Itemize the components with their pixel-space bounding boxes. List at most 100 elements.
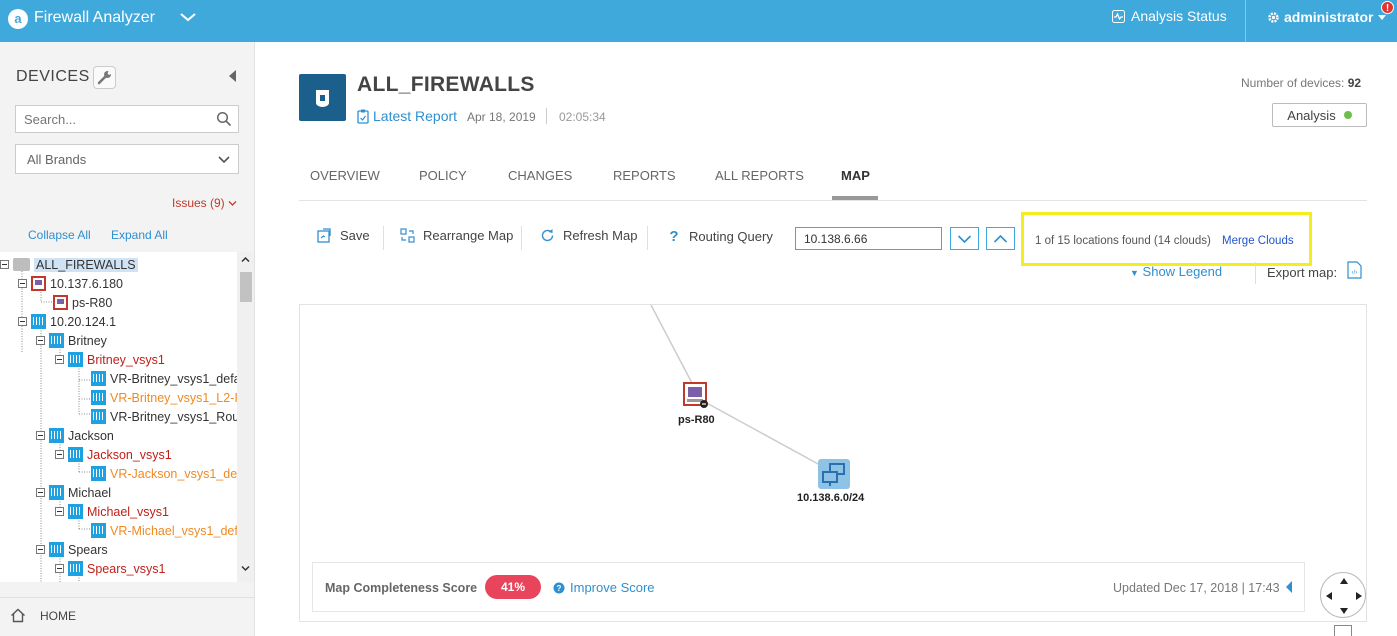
tree-node-label: VR-Britney_vsys1_defa	[110, 371, 237, 386]
search-input[interactable]	[16, 106, 206, 132]
collapse-node-icon[interactable]	[18, 317, 27, 326]
tree-node-label: Michael_vsys1	[87, 504, 169, 519]
tree-node-label: 10.137.6.180	[50, 276, 123, 291]
search-box	[15, 105, 239, 133]
topbar-divider	[1245, 0, 1246, 42]
collapse-node-icon[interactable]	[36, 336, 45, 345]
user-menu[interactable]: administrator	[1267, 9, 1387, 25]
collapse-node-icon[interactable]	[55, 450, 64, 459]
refresh-map-button[interactable]: Refresh Map	[540, 228, 637, 243]
tree-node-vr-jackson-default[interactable]: VR-Jackson_vsys1_de	[91, 464, 237, 483]
status-ok-dot-icon	[1343, 111, 1352, 119]
routing-query-button[interactable]: ? Routing Query	[667, 228, 773, 245]
scroll-up-icon[interactable]	[241, 256, 250, 263]
collapse-node-icon[interactable]	[36, 431, 45, 440]
tree-node-all-firewalls[interactable]: ALL_FIREWALLS	[0, 255, 138, 274]
search-icon[interactable]	[216, 111, 232, 127]
firewall-icon	[49, 428, 64, 443]
firewall-icon	[49, 333, 64, 348]
collapse-node-icon[interactable]	[0, 260, 9, 269]
analysis-button[interactable]: Analysis	[1272, 103, 1367, 127]
collapse-node-icon[interactable]	[55, 564, 64, 573]
caret-down-icon	[1378, 15, 1387, 20]
app-logo-icon[interactable]: a	[8, 9, 28, 29]
merge-clouds-link[interactable]: Merge Clouds	[1222, 235, 1294, 247]
analysis-status-link[interactable]: Analysis Status	[1112, 8, 1227, 24]
expand-map-icon[interactable]	[1334, 625, 1352, 636]
tree-node-spears[interactable]: Spears	[36, 540, 108, 559]
tree-node-vr-britney-default[interactable]: VR-Britney_vsys1_defa	[91, 369, 237, 388]
previous-location-button[interactable]	[986, 227, 1015, 250]
collapse-panel-icon[interactable]	[1286, 581, 1292, 593]
number-of-devices: Number of devices: 92	[1241, 76, 1361, 90]
tab-bar: OVERVIEW POLICY CHANGES REPORTS ALL REPO…	[299, 158, 1367, 201]
firewall-icon	[68, 561, 83, 576]
rearrange-map-button[interactable]: Rearrange Map	[400, 228, 513, 243]
pan-control[interactable]	[1320, 572, 1366, 618]
tree-node-vr-britney-route[interactable]: VR-Britney_vsys1_Rou	[91, 407, 237, 426]
help-circle-icon: ?	[553, 582, 565, 593]
pan-left-icon	[1326, 592, 1332, 600]
map-node-label: 10.138.6.0/24	[797, 492, 865, 504]
tree-node-10-20-124-1[interactable]: 10.20.124.1	[18, 312, 116, 331]
tree-node-label: ALL_FIREWALLS	[34, 257, 138, 272]
map-node-label: ps-R80	[678, 414, 715, 426]
collapse-sidebar-icon[interactable]	[229, 70, 236, 82]
collapse-all-link[interactable]: Collapse All	[28, 228, 91, 242]
tree-node-10-137-6-180[interactable]: 10.137.6.180	[18, 274, 123, 293]
tree-node-britney[interactable]: Britney	[36, 331, 107, 350]
tab-overview[interactable]: OVERVIEW	[310, 168, 380, 183]
tree-node-vr-michael-default[interactable]: VR-Michael_vsys1_def	[91, 521, 237, 540]
firewall-icon	[91, 390, 106, 405]
alert-badge[interactable]: !	[1381, 1, 1394, 14]
show-legend-link[interactable]: ▼ Show Legend	[1130, 264, 1222, 279]
svg-text:‹/›: ‹/›	[1352, 270, 1358, 276]
show-legend-label: Show Legend	[1142, 264, 1223, 279]
next-location-button[interactable]	[950, 227, 979, 250]
tab-changes[interactable]: CHANGES	[508, 168, 572, 183]
chevron-down-icon	[228, 201, 237, 206]
locate-ip-input[interactable]	[795, 227, 942, 250]
report-time: 02:05:34	[559, 110, 606, 124]
checkpoint-icon[interactable]	[683, 382, 709, 408]
tree-node-ps-r80[interactable]: ps-R80	[53, 293, 112, 312]
app-title[interactable]: Firewall Analyzer	[34, 9, 155, 27]
tree-node-spears-vsys1[interactable]: Spears_vsys1	[55, 559, 166, 578]
network-cloud-icon[interactable]	[818, 459, 850, 489]
tree-node-vr-britney-l2[interactable]: VR-Britney_vsys1_L2-I	[91, 388, 237, 407]
collapse-node-icon[interactable]	[55, 355, 64, 364]
tab-policy[interactable]: POLICY	[419, 168, 467, 183]
scroll-thumb[interactable]	[240, 272, 252, 302]
collapse-node-icon[interactable]	[18, 279, 27, 288]
tab-map[interactable]: MAP	[841, 168, 870, 183]
tree-node-michael-vsys1[interactable]: Michael_vsys1	[55, 502, 169, 521]
wrench-icon[interactable]	[93, 66, 116, 89]
scroll-down-icon[interactable]	[241, 565, 250, 572]
export-file-icon[interactable]: ‹/›	[1347, 261, 1362, 279]
tree-node-label: 10.20.124.1	[50, 314, 117, 329]
tree-node-britney-vsys1[interactable]: Britney_vsys1	[55, 350, 165, 369]
tab-reports[interactable]: REPORTS	[613, 168, 676, 183]
collapse-node-icon[interactable]	[55, 507, 64, 516]
chevron-down-icon[interactable]	[177, 6, 199, 28]
expand-all-link[interactable]: Expand All	[111, 228, 168, 242]
collapse-node-icon[interactable]	[36, 488, 45, 497]
tree-node-jackson-vsys1[interactable]: Jackson_vsys1	[55, 445, 172, 464]
tree-node-michael[interactable]: Michael	[36, 483, 111, 502]
brand-filter-select[interactable]: All Brands	[15, 144, 239, 174]
home-nav-item[interactable]: HOME	[0, 597, 255, 633]
issues-dropdown[interactable]: Issues (9)	[172, 196, 237, 210]
tree-node-label: Spears_vsys1	[87, 561, 166, 576]
tree-scrollbar[interactable]	[237, 252, 254, 582]
routing-label: Routing Query	[689, 229, 773, 244]
latest-report-link[interactable]: Latest Report	[357, 108, 457, 124]
improve-score-link[interactable]: ? Improve Score	[553, 580, 655, 595]
tab-all-reports[interactable]: ALL REPORTS	[715, 168, 804, 183]
active-tab-indicator	[832, 196, 878, 200]
collapse-node-icon[interactable]	[36, 545, 45, 554]
save-button[interactable]: Save	[317, 228, 370, 243]
tree-node-label: VR-Britney_vsys1_L2-I	[110, 390, 237, 405]
pan-right-icon	[1356, 592, 1362, 600]
tree-node-jackson[interactable]: Jackson	[36, 426, 114, 445]
firewall-icon	[49, 485, 64, 500]
